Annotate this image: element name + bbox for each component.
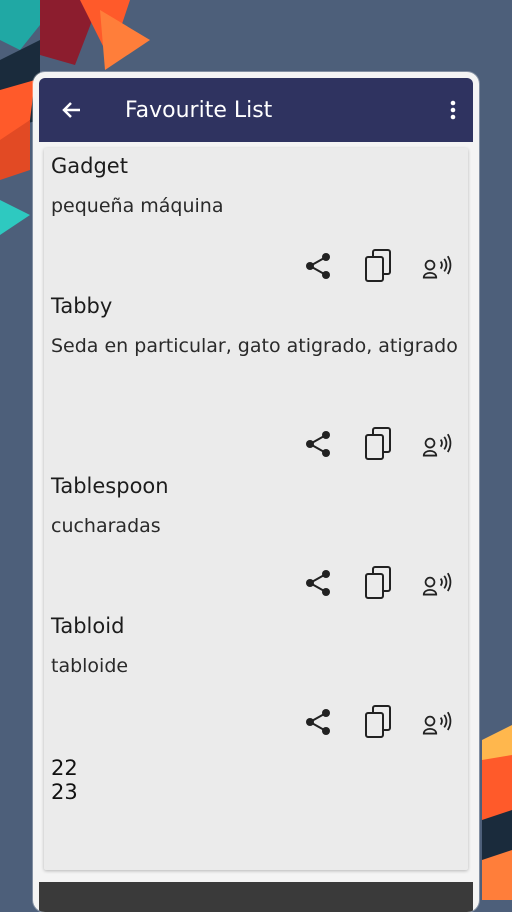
item-actions [302, 704, 454, 740]
word-meaning: cucharadas [51, 515, 161, 537]
speak-icon [422, 255, 452, 279]
footer-numbers: 22 23 [51, 756, 78, 804]
share-button[interactable] [302, 704, 334, 740]
copy-icon [365, 705, 391, 738]
item-actions [302, 248, 454, 284]
back-button[interactable] [39, 78, 103, 142]
list-item: Tablespoon cucharadas [51, 474, 458, 546]
back-arrow-icon [62, 102, 80, 118]
word-title: Tabby [51, 294, 113, 318]
copy-icon [365, 427, 391, 460]
word-title: Tablespoon [51, 474, 169, 498]
list-item: Tabloid tabloide [51, 614, 458, 686]
word-meaning: tabloide [51, 655, 129, 677]
word-meaning: Seda en particular, gato atigrado, atigr… [51, 335, 458, 357]
speak-button[interactable] [422, 704, 454, 740]
item-actions [302, 565, 454, 601]
copy-button[interactable] [362, 565, 394, 601]
speak-icon [422, 433, 452, 457]
footer-line-2: 23 [51, 780, 78, 804]
list-item: Tabby Seda en particular, gato atigrado,… [51, 294, 458, 366]
speak-icon [422, 572, 452, 596]
copy-button[interactable] [362, 704, 394, 740]
speak-button[interactable] [422, 426, 454, 462]
word-meaning: pequeña máquina [51, 195, 224, 217]
share-button[interactable] [302, 248, 334, 284]
copy-button[interactable] [362, 426, 394, 462]
word-title: Gadget [51, 154, 128, 178]
app-bar: Favourite List [39, 78, 473, 142]
share-icon [306, 709, 330, 735]
share-icon [306, 431, 330, 457]
share-button[interactable] [302, 565, 334, 601]
more-vert-icon [450, 100, 456, 120]
copy-icon [365, 249, 391, 282]
item-actions [302, 426, 454, 462]
copy-button[interactable] [362, 248, 394, 284]
favourite-list: Gadget pequeña máquina Tabby Seda en par… [44, 148, 468, 870]
word-title: Tabloid [51, 614, 125, 638]
speak-button[interactable] [422, 248, 454, 284]
share-icon [306, 253, 330, 279]
speak-icon [422, 711, 452, 735]
footer-line-1: 22 [51, 756, 78, 780]
page-title: Favourite List [125, 97, 273, 123]
list-item: Gadget pequeña máquina [51, 154, 458, 226]
app-window: Favourite List Gadget pequeña máquina Ta… [33, 72, 479, 912]
share-button[interactable] [302, 426, 334, 462]
copy-icon [365, 566, 391, 599]
speak-button[interactable] [422, 565, 454, 601]
share-icon [306, 570, 330, 596]
overflow-menu-button[interactable] [433, 78, 473, 142]
bottom-bar [39, 882, 473, 912]
